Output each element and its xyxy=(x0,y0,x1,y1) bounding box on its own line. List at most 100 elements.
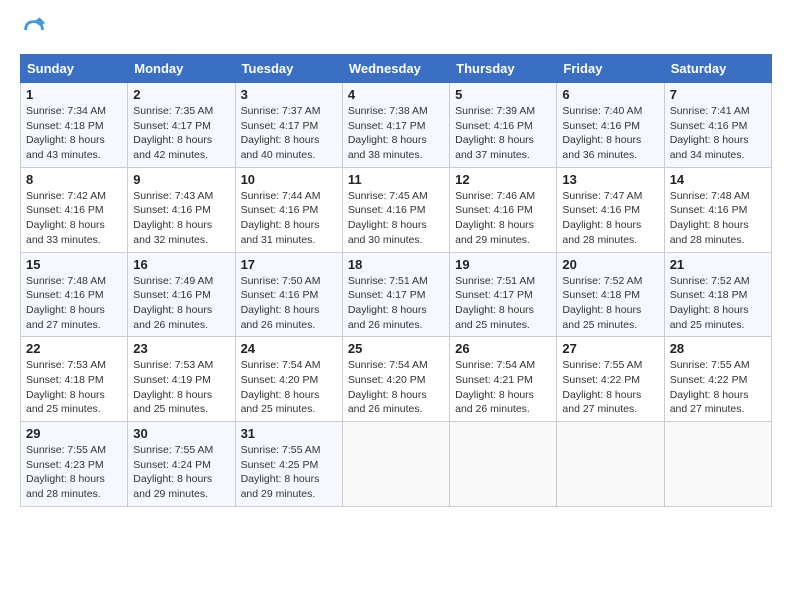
day-number: 31 xyxy=(241,426,337,441)
calendar-cell: 16 Sunrise: 7:49 AM Sunset: 4:16 PM Dayli… xyxy=(128,252,235,337)
calendar-cell: 30Sunrise: 7:55 AM Sunset: 4:24 PM Dayli… xyxy=(128,422,235,507)
calendar-header-row: SundayMondayTuesdayWednesdayThursdayFrid… xyxy=(21,55,772,83)
calendar-cell: 29Sunrise: 7:55 AM Sunset: 4:23 PM Dayli… xyxy=(21,422,128,507)
day-number: 5 xyxy=(455,87,551,102)
day-info: Sunrise: 7:55 AM Sunset: 4:22 PM Dayligh… xyxy=(670,358,766,417)
day-number: 15 xyxy=(26,257,122,272)
day-info: Sunrise: 7:51 AM Sunset: 4:17 PM Dayligh… xyxy=(348,274,444,333)
day-number: 6 xyxy=(562,87,658,102)
calendar-cell: 15 Sunrise: 7:48 AM Sunset: 4:16 PM Dayli… xyxy=(21,252,128,337)
calendar-week-1: 1 Sunrise: 7:34 AM Sunset: 4:18 PM Daylig… xyxy=(21,83,772,168)
day-info: Sunrise: 7:52 AM Sunset: 4:18 PM Dayligh… xyxy=(562,274,658,333)
day-info: Sunrise: 7:44 AM Sunset: 4:16 PM Dayligh… xyxy=(241,189,337,248)
header xyxy=(20,16,772,44)
calendar-cell: 26 Sunrise: 7:54 AM Sunset: 4:21 PM Dayli… xyxy=(450,337,557,422)
day-info: Sunrise: 7:49 AM Sunset: 4:16 PM Dayligh… xyxy=(133,274,229,333)
calendar-cell: 13Sunrise: 7:47 AM Sunset: 4:16 PM Dayli… xyxy=(557,167,664,252)
calendar-cell: 28 Sunrise: 7:55 AM Sunset: 4:22 PM Dayli… xyxy=(664,337,771,422)
calendar-cell: 18 Sunrise: 7:51 AM Sunset: 4:17 PM Dayli… xyxy=(342,252,449,337)
day-info: Sunrise: 7:54 AM Sunset: 4:20 PM Dayligh… xyxy=(241,358,337,417)
day-number: 19 xyxy=(455,257,551,272)
day-number: 8 xyxy=(26,172,122,187)
calendar-cell: 14 Sunrise: 7:48 AM Sunset: 4:16 PM Dayli… xyxy=(664,167,771,252)
calendar-cell: 8 Sunrise: 7:42 AM Sunset: 4:16 PM Daylig… xyxy=(21,167,128,252)
day-info: Sunrise: 7:51 AM Sunset: 4:17 PM Dayligh… xyxy=(455,274,551,333)
calendar-week-5: 29Sunrise: 7:55 AM Sunset: 4:23 PM Dayli… xyxy=(21,422,772,507)
day-info: Sunrise: 7:55 AM Sunset: 4:24 PM Dayligh… xyxy=(133,443,229,502)
day-header-thursday: Thursday xyxy=(450,55,557,83)
calendar-week-3: 15 Sunrise: 7:48 AM Sunset: 4:16 PM Dayli… xyxy=(21,252,772,337)
day-info: Sunrise: 7:54 AM Sunset: 4:20 PM Dayligh… xyxy=(348,358,444,417)
calendar-cell: 31Sunrise: 7:55 AM Sunset: 4:25 PM Dayli… xyxy=(235,422,342,507)
calendar-cell xyxy=(342,422,449,507)
calendar-cell: 25 Sunrise: 7:54 AM Sunset: 4:20 PM Dayli… xyxy=(342,337,449,422)
calendar-cell: 2Sunrise: 7:35 AM Sunset: 4:17 PM Daylig… xyxy=(128,83,235,168)
day-info: Sunrise: 7:41 AM Sunset: 4:16 PM Dayligh… xyxy=(670,104,766,163)
calendar-cell: 5 Sunrise: 7:39 AM Sunset: 4:16 PM Daylig… xyxy=(450,83,557,168)
day-number: 27 xyxy=(562,341,658,356)
day-number: 22 xyxy=(26,341,122,356)
calendar-body: 1 Sunrise: 7:34 AM Sunset: 4:18 PM Daylig… xyxy=(21,83,772,507)
day-header-sunday: Sunday xyxy=(21,55,128,83)
day-number: 16 xyxy=(133,257,229,272)
day-info: Sunrise: 7:42 AM Sunset: 4:16 PM Dayligh… xyxy=(26,189,122,248)
day-info: Sunrise: 7:34 AM Sunset: 4:18 PM Dayligh… xyxy=(26,104,122,163)
day-number: 10 xyxy=(241,172,337,187)
day-info: Sunrise: 7:39 AM Sunset: 4:16 PM Dayligh… xyxy=(455,104,551,163)
day-info: Sunrise: 7:55 AM Sunset: 4:23 PM Dayligh… xyxy=(26,443,122,502)
calendar-cell: 10 Sunrise: 7:44 AM Sunset: 4:16 PM Dayli… xyxy=(235,167,342,252)
day-info: Sunrise: 7:48 AM Sunset: 4:16 PM Dayligh… xyxy=(26,274,122,333)
day-number: 21 xyxy=(670,257,766,272)
day-info: Sunrise: 7:50 AM Sunset: 4:16 PM Dayligh… xyxy=(241,274,337,333)
day-number: 20 xyxy=(562,257,658,272)
day-number: 26 xyxy=(455,341,551,356)
calendar-cell: 19 Sunrise: 7:51 AM Sunset: 4:17 PM Dayli… xyxy=(450,252,557,337)
calendar-cell: 17 Sunrise: 7:50 AM Sunset: 4:16 PM Dayli… xyxy=(235,252,342,337)
day-info: Sunrise: 7:35 AM Sunset: 4:17 PM Dayligh… xyxy=(133,104,229,163)
calendar-cell: 21 Sunrise: 7:52 AM Sunset: 4:18 PM Dayli… xyxy=(664,252,771,337)
day-info: Sunrise: 7:46 AM Sunset: 4:16 PM Dayligh… xyxy=(455,189,551,248)
day-header-tuesday: Tuesday xyxy=(235,55,342,83)
day-number: 23 xyxy=(133,341,229,356)
calendar-cell: 11 Sunrise: 7:45 AM Sunset: 4:16 PM Dayli… xyxy=(342,167,449,252)
day-header-wednesday: Wednesday xyxy=(342,55,449,83)
calendar-cell: 4 Sunrise: 7:38 AM Sunset: 4:17 PM Daylig… xyxy=(342,83,449,168)
day-info: Sunrise: 7:53 AM Sunset: 4:19 PM Dayligh… xyxy=(133,358,229,417)
day-header-monday: Monday xyxy=(128,55,235,83)
calendar-week-4: 22 Sunrise: 7:53 AM Sunset: 4:18 PM Dayli… xyxy=(21,337,772,422)
day-number: 17 xyxy=(241,257,337,272)
day-number: 12 xyxy=(455,172,551,187)
calendar-cell: 12 Sunrise: 7:46 AM Sunset: 4:16 PM Dayli… xyxy=(450,167,557,252)
calendar-week-2: 8 Sunrise: 7:42 AM Sunset: 4:16 PM Daylig… xyxy=(21,167,772,252)
day-number: 4 xyxy=(348,87,444,102)
calendar-cell: 27 Sunrise: 7:55 AM Sunset: 4:22 PM Dayli… xyxy=(557,337,664,422)
day-number: 11 xyxy=(348,172,444,187)
day-header-saturday: Saturday xyxy=(664,55,771,83)
calendar-cell: 23 Sunrise: 7:53 AM Sunset: 4:19 PM Dayli… xyxy=(128,337,235,422)
day-number: 1 xyxy=(26,87,122,102)
calendar-table: SundayMondayTuesdayWednesdayThursdayFrid… xyxy=(20,54,772,507)
calendar-cell xyxy=(450,422,557,507)
day-info: Sunrise: 7:38 AM Sunset: 4:17 PM Dayligh… xyxy=(348,104,444,163)
day-info: Sunrise: 7:53 AM Sunset: 4:18 PM Dayligh… xyxy=(26,358,122,417)
calendar-cell: 7 Sunrise: 7:41 AM Sunset: 4:16 PM Daylig… xyxy=(664,83,771,168)
day-info: Sunrise: 7:48 AM Sunset: 4:16 PM Dayligh… xyxy=(670,189,766,248)
day-number: 13 xyxy=(562,172,658,187)
calendar-cell: 3Sunrise: 7:37 AM Sunset: 4:17 PM Daylig… xyxy=(235,83,342,168)
logo-icon xyxy=(20,16,48,44)
day-info: Sunrise: 7:45 AM Sunset: 4:16 PM Dayligh… xyxy=(348,189,444,248)
calendar-cell: 24Sunrise: 7:54 AM Sunset: 4:20 PM Dayli… xyxy=(235,337,342,422)
day-number: 28 xyxy=(670,341,766,356)
calendar-cell: 6Sunrise: 7:40 AM Sunset: 4:16 PM Daylig… xyxy=(557,83,664,168)
day-info: Sunrise: 7:37 AM Sunset: 4:17 PM Dayligh… xyxy=(241,104,337,163)
day-number: 25 xyxy=(348,341,444,356)
day-info: Sunrise: 7:52 AM Sunset: 4:18 PM Dayligh… xyxy=(670,274,766,333)
day-number: 14 xyxy=(670,172,766,187)
day-number: 7 xyxy=(670,87,766,102)
calendar-cell: 1 Sunrise: 7:34 AM Sunset: 4:18 PM Daylig… xyxy=(21,83,128,168)
calendar-cell xyxy=(664,422,771,507)
calendar-cell: 20 Sunrise: 7:52 AM Sunset: 4:18 PM Dayli… xyxy=(557,252,664,337)
day-info: Sunrise: 7:54 AM Sunset: 4:21 PM Dayligh… xyxy=(455,358,551,417)
day-info: Sunrise: 7:55 AM Sunset: 4:22 PM Dayligh… xyxy=(562,358,658,417)
day-number: 18 xyxy=(348,257,444,272)
